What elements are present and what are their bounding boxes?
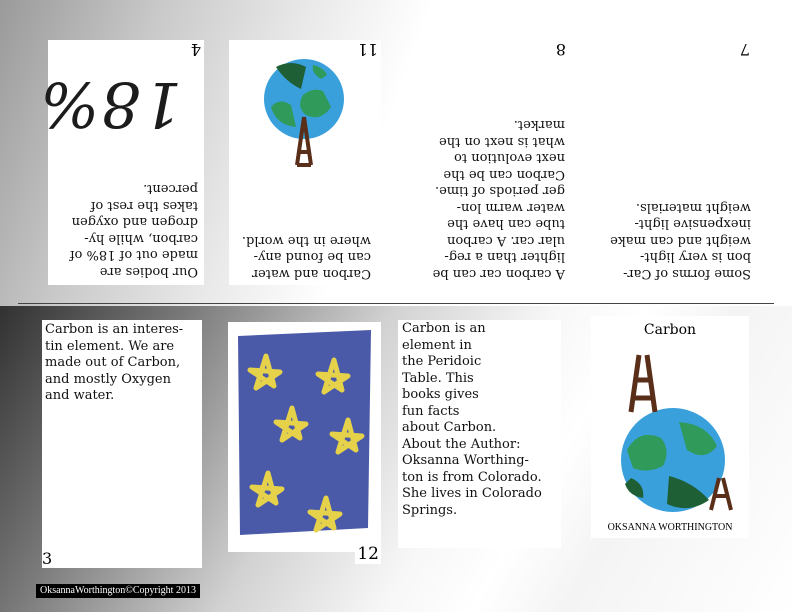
page-3-text: Carbon is an interes- tin element. We ar… bbox=[45, 322, 203, 405]
fold-line bbox=[18, 303, 774, 304]
page-number: 8 bbox=[552, 40, 569, 59]
text-line: inexpensive light- bbox=[634, 216, 751, 232]
eighteen-percent-drawing: 18% bbox=[38, 68, 182, 141]
text-line: ton is from Colorado. bbox=[402, 469, 542, 485]
text-line: what is next on the bbox=[439, 134, 565, 149]
page-11: 11 Carbon and water can be found any- wh… bbox=[229, 40, 381, 285]
text-line: Some forms of Car- bbox=[623, 266, 751, 281]
text-line: percent. bbox=[143, 181, 198, 197]
text-line: Oksanna Worthing- bbox=[402, 453, 529, 468]
page-12: 12 bbox=[228, 322, 381, 564]
page-4: 4 Our bodies are made out of 18% of carb… bbox=[38, 40, 204, 285]
text-line: where in the world. bbox=[241, 233, 371, 248]
stars-drawing bbox=[238, 330, 371, 535]
text-line: can be found any- bbox=[253, 249, 371, 265]
text-line: Carbon can be the bbox=[443, 167, 565, 182]
text-line: A carbon car can be bbox=[432, 266, 565, 281]
text-line: bon is very light- bbox=[640, 249, 751, 265]
text-line: market. bbox=[513, 117, 565, 133]
text-line: ger periods of time. bbox=[434, 183, 565, 199]
page-7-text: Some forms of Car- bon is very light- we… bbox=[593, 199, 751, 281]
text-line: Our bodies are bbox=[99, 264, 198, 279]
globe-eiffel-drawing bbox=[264, 59, 344, 167]
page-number: 12 bbox=[355, 544, 381, 564]
cover-title: Carbon bbox=[643, 322, 697, 338]
cover-page: Carbon OKSANNA WORTHINGTON bbox=[591, 316, 749, 538]
text-line: element in bbox=[402, 337, 472, 353]
about-page: Carbon is an element in the Peridoic Tab… bbox=[398, 320, 561, 548]
copyright-label: OksannaWorthington©Copyright 2013 bbox=[36, 584, 200, 598]
text-line: weight and can make bbox=[610, 233, 751, 248]
text-line: tin element. We are bbox=[45, 338, 175, 354]
text-line: fun facts bbox=[402, 403, 460, 419]
text-line: lighter than a reg- bbox=[444, 249, 565, 265]
page-11-text: Carbon and water can be found any- where… bbox=[231, 232, 371, 281]
page-3: Carbon is an interes- tin element. We ar… bbox=[42, 320, 202, 568]
text-line: weight materials. bbox=[635, 200, 751, 215]
text-line: next evolution to bbox=[454, 150, 565, 166]
page-8: 8 A carbon car can be lighter than a reg… bbox=[413, 40, 569, 285]
globe-eiffel-drawing bbox=[621, 354, 733, 512]
page-number: 4 bbox=[187, 40, 204, 59]
cover-author: OKSANNA WORTHINGTON bbox=[607, 522, 733, 533]
text-line: Carbon is an interes- bbox=[45, 322, 184, 337]
text-line: About the Author: bbox=[402, 436, 521, 452]
text-line: books gives bbox=[402, 387, 479, 402]
text-line: ular car. A carbon bbox=[447, 233, 565, 248]
text-line: carbon, while hy- bbox=[84, 231, 198, 246]
text-line: Carbon and water bbox=[251, 266, 371, 281]
page-4-text: Our bodies are made out of 18% of carbon… bbox=[48, 180, 198, 280]
text-line: She lives in Colorado bbox=[402, 486, 542, 501]
text-line: tube can have the bbox=[447, 216, 565, 232]
text-line: water warm lon- bbox=[456, 200, 565, 215]
text-line: Carbon is an bbox=[402, 321, 486, 336]
page-8-text: A carbon car can be lighter than a reg- … bbox=[413, 116, 565, 282]
page-number: 7 bbox=[739, 40, 750, 59]
page-7: 7 Some forms of Car- bon is very light- … bbox=[591, 40, 757, 285]
text-line: made out of Carbon, bbox=[45, 355, 181, 370]
text-line: and mostly Oxygen bbox=[45, 371, 171, 387]
text-line: Springs. bbox=[402, 502, 458, 518]
text-line: takes the rest of bbox=[90, 198, 198, 213]
text-line: drogen and oxygen bbox=[71, 214, 198, 230]
about-text: Carbon is an element in the Peridoic Tab… bbox=[402, 321, 562, 519]
page-number: 11 bbox=[354, 40, 381, 59]
text-line: the Peridoic bbox=[402, 354, 482, 369]
page-number: 3 bbox=[42, 549, 53, 568]
text-line: made out of 18% of bbox=[69, 247, 198, 263]
text-line: and water. bbox=[45, 388, 115, 403]
text-line: Table. This bbox=[402, 370, 474, 386]
text-line: about Carbon. bbox=[402, 420, 497, 435]
